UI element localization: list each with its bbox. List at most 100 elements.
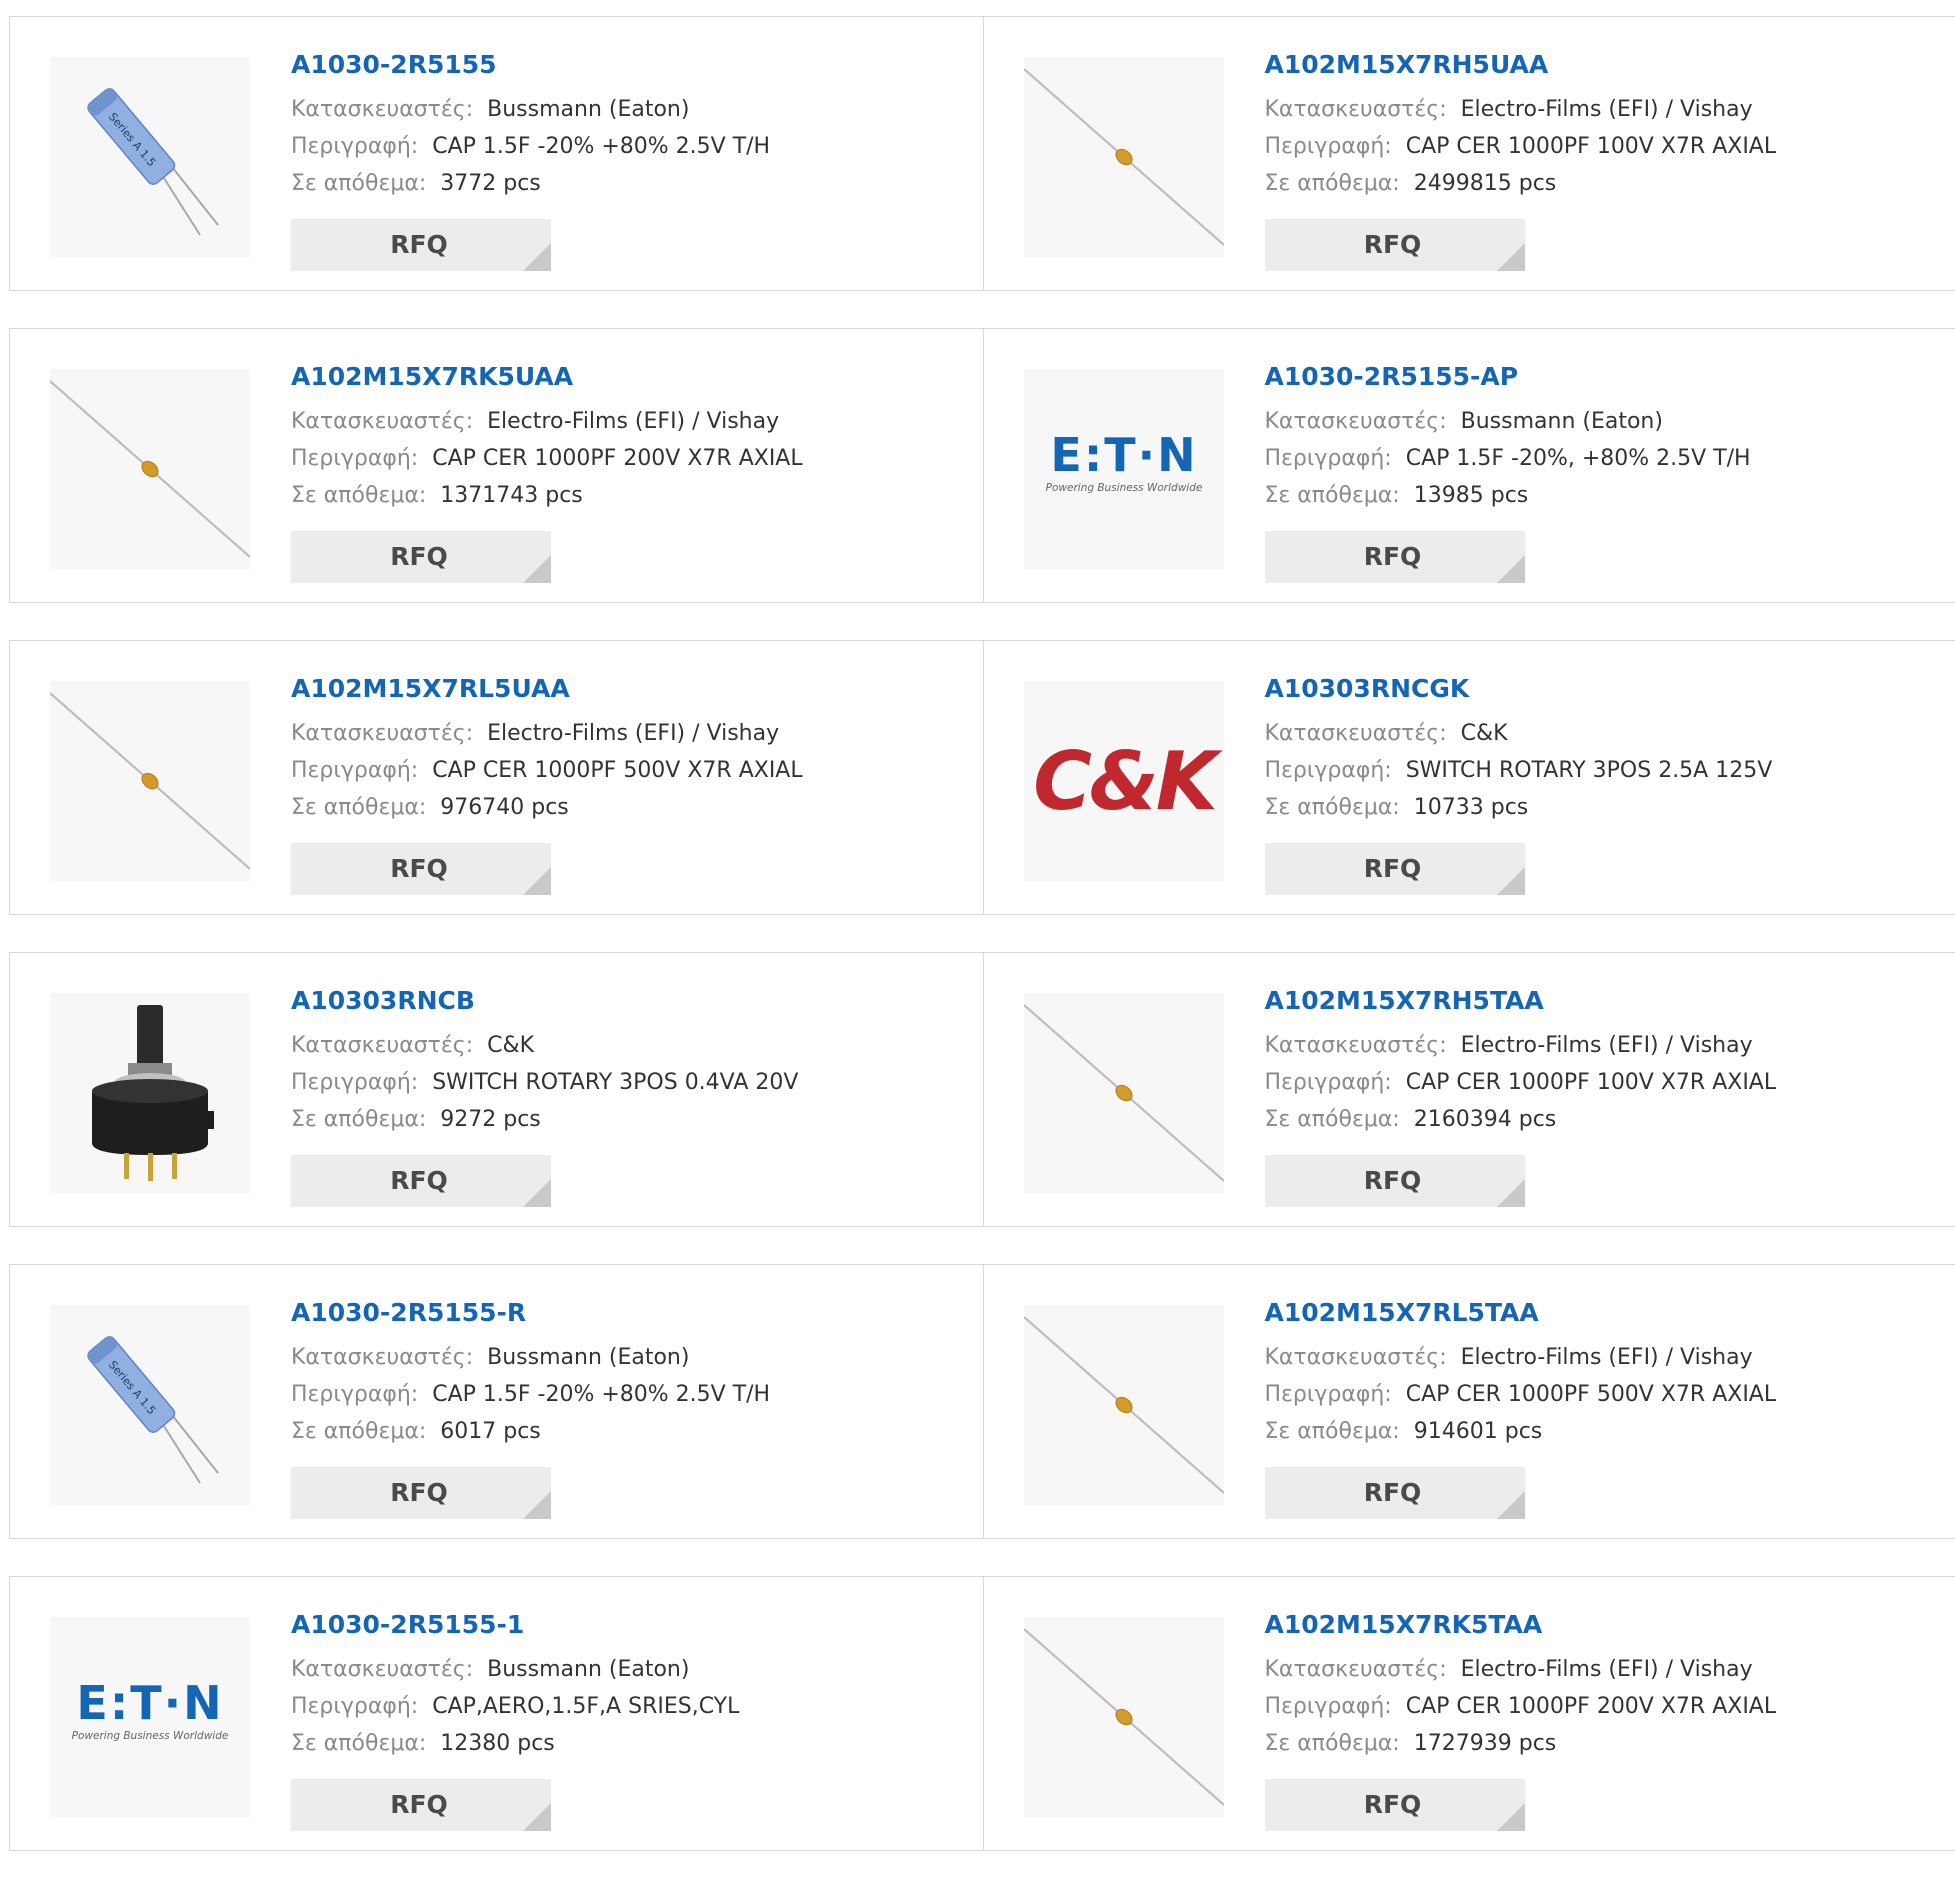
part-number-link[interactable]: A102M15X7RH5TAA bbox=[1265, 983, 1936, 1019]
part-number-link[interactable]: A102M15X7RK5TAA bbox=[1265, 1607, 1936, 1643]
product-row: A102M15X7RL5UAA Κατασκευαστές:Electro-Fi… bbox=[9, 640, 1955, 915]
part-number-link[interactable]: A102M15X7RH5UAA bbox=[1265, 47, 1936, 83]
rfq-button[interactable]: RFQ bbox=[1265, 219, 1525, 271]
stock-label: Σε απόθεμα: bbox=[1265, 1107, 1400, 1132]
part-number-link[interactable]: A10303RNCB bbox=[291, 983, 963, 1019]
svg-text:E:T·N: E:T·N bbox=[76, 1676, 223, 1730]
rfq-button[interactable]: RFQ bbox=[291, 1779, 551, 1831]
rfq-button[interactable]: RFQ bbox=[291, 531, 551, 583]
part-number-link[interactable]: A102M15X7RL5TAA bbox=[1265, 1295, 1936, 1331]
ck-logo[interactable]: C&K bbox=[1024, 681, 1224, 881]
svg-text:C&K: C&K bbox=[1033, 735, 1222, 828]
stock-label: Σε απόθεμα: bbox=[291, 483, 426, 508]
rfq-button[interactable]: RFQ bbox=[1265, 1467, 1525, 1519]
stock-line: Σε απόθεμα:13985 pcs bbox=[1265, 477, 1936, 514]
description-label: Περιγραφή: bbox=[1265, 1694, 1392, 1719]
stock-value: 1727939 pcs bbox=[1414, 1731, 1557, 1756]
rfq-button[interactable]: RFQ bbox=[291, 1467, 551, 1519]
supercap-icon[interactable]: Series A 1.5 bbox=[50, 57, 250, 257]
manufacturer-value: Bussmann (Eaton) bbox=[487, 1345, 689, 1370]
product-row: A10303RNCB Κατασκευαστές:C&K Περιγραφή:S… bbox=[9, 952, 1955, 1227]
stock-value: 2160394 pcs bbox=[1414, 1107, 1557, 1132]
manufacturer-value: Bussmann (Eaton) bbox=[487, 97, 689, 122]
manufacturer-label: Κατασκευαστές: bbox=[291, 1657, 473, 1682]
description-label: Περιγραφή: bbox=[291, 758, 418, 783]
product-info: A1030-2R5155-1 Κατασκευαστές:Bussmann (E… bbox=[291, 1607, 963, 1762]
manufacturer-line: Κατασκευαστές:Electro-Films (EFI) / Vish… bbox=[291, 715, 963, 752]
stock-label: Σε απόθεμα: bbox=[291, 795, 426, 820]
description-line: Περιγραφή:CAP CER 1000PF 500V X7R AXIAL bbox=[291, 752, 963, 789]
product-card: A102M15X7RH5TAA Κατασκευαστές:Electro-Fi… bbox=[983, 953, 1955, 1226]
eaton-logo[interactable]: E:T·N Powering Business Worldwide bbox=[50, 1617, 250, 1817]
description-label: Περιγραφή: bbox=[291, 446, 418, 471]
manufacturer-value: Electro-Films (EFI) / Vishay bbox=[1461, 1345, 1753, 1370]
stock-line: Σε απόθεμα:10733 pcs bbox=[1265, 789, 1936, 826]
part-number-link[interactable]: A10303RNCGK bbox=[1265, 671, 1936, 707]
part-number-link[interactable]: A102M15X7RL5UAA bbox=[291, 671, 963, 707]
corner-triangle-icon bbox=[523, 1179, 551, 1207]
rfq-label: RFQ bbox=[1265, 1467, 1523, 1519]
manufacturer-label: Κατασκευαστές: bbox=[1265, 721, 1447, 746]
part-number-link[interactable]: A1030-2R5155-R bbox=[291, 1295, 963, 1331]
stock-line: Σε απόθεμα:976740 pcs bbox=[291, 789, 963, 826]
axial-capacitor-icon[interactable] bbox=[1024, 1617, 1224, 1817]
product-info: A1030-2R5155 Κατασκευαστές:Bussmann (Eat… bbox=[291, 47, 963, 202]
supercap-icon[interactable]: Series A 1.5 bbox=[50, 1305, 250, 1505]
rfq-button[interactable]: RFQ bbox=[291, 1155, 551, 1207]
rfq-button[interactable]: RFQ bbox=[291, 219, 551, 271]
product-info: A102M15X7RL5TAA Κατασκευαστές:Electro-Fi… bbox=[1265, 1295, 1936, 1450]
rfq-label: RFQ bbox=[1265, 531, 1523, 583]
product-card: E:T·N Powering Business Worldwide A1030-… bbox=[983, 329, 1955, 602]
corner-triangle-icon bbox=[1497, 867, 1525, 895]
description-line: Περιγραφή:CAP 1.5F -20% +80% 2.5V T/H bbox=[291, 128, 963, 165]
rfq-button[interactable]: RFQ bbox=[1265, 1155, 1525, 1207]
description-label: Περιγραφή: bbox=[1265, 446, 1392, 471]
axial-capacitor-icon[interactable] bbox=[50, 681, 250, 881]
stock-label: Σε απόθεμα: bbox=[1265, 171, 1400, 196]
product-info: A1030-2R5155-AP Κατασκευαστές:Bussmann (… bbox=[1265, 359, 1936, 514]
part-number-link[interactable]: A102M15X7RK5UAA bbox=[291, 359, 963, 395]
rfq-label: RFQ bbox=[1265, 1155, 1523, 1207]
corner-triangle-icon bbox=[1497, 243, 1525, 271]
axial-capacitor-icon[interactable] bbox=[1024, 1305, 1224, 1505]
rfq-button[interactable]: RFQ bbox=[1265, 1779, 1525, 1831]
rfq-label: RFQ bbox=[291, 1779, 549, 1831]
description-line: Περιγραφή:SWITCH ROTARY 3POS 2.5A 125V bbox=[1265, 752, 1936, 789]
axial-capacitor-icon[interactable] bbox=[1024, 57, 1224, 257]
manufacturer-label: Κατασκευαστές: bbox=[1265, 1033, 1447, 1058]
description-value: CAP CER 1000PF 200V X7R AXIAL bbox=[1406, 1694, 1776, 1719]
rfq-label: RFQ bbox=[1265, 843, 1523, 895]
part-number-link[interactable]: A1030-2R5155-AP bbox=[1265, 359, 1936, 395]
manufacturer-line: Κατασκευαστές:Bussmann (Eaton) bbox=[291, 1339, 963, 1376]
part-number-link[interactable]: A1030-2R5155-1 bbox=[291, 1607, 963, 1643]
part-number-link[interactable]: A1030-2R5155 bbox=[291, 47, 963, 83]
description-line: Περιγραφή:CAP,AERO,1.5F,A SRIES,CYL bbox=[291, 1688, 963, 1725]
description-line: Περιγραφή: CAP CER 1000PF 200V X7R AXIAL bbox=[1265, 1688, 1936, 1725]
product-card: Series A 1.5 A1030-2R5155 Κατασκευαστές:… bbox=[10, 17, 983, 290]
rfq-button[interactable]: RFQ bbox=[291, 843, 551, 895]
description-label: Περιγραφή: bbox=[1265, 134, 1392, 159]
rotary-switch-icon[interactable] bbox=[50, 993, 250, 1193]
description-label: Περιγραφή: bbox=[1265, 1382, 1392, 1407]
rfq-button[interactable]: RFQ bbox=[1265, 843, 1525, 895]
stock-value: 10733 pcs bbox=[1414, 795, 1529, 820]
manufacturer-line: Κατασκευαστές:Electro-Films (EFI) / Vish… bbox=[1265, 1651, 1936, 1688]
manufacturer-value: Electro-Films (EFI) / Vishay bbox=[487, 721, 779, 746]
description-value: CAP 1.5F -20%, +80% 2.5V T/H bbox=[1406, 446, 1751, 471]
stock-value: 6017 pcs bbox=[440, 1419, 541, 1444]
manufacturer-line: Κατασκευαστές:Bussmann (Eaton) bbox=[291, 1651, 963, 1688]
rfq-button[interactable]: RFQ bbox=[1265, 531, 1525, 583]
axial-capacitor-icon[interactable] bbox=[50, 369, 250, 569]
product-card: E:T·N Powering Business Worldwide A1030-… bbox=[10, 1577, 983, 1850]
manufacturer-value: Electro-Films (EFI) / Vishay bbox=[1461, 97, 1753, 122]
product-row: Series A 1.5 A1030-2R5155-R Κατασκευαστέ… bbox=[9, 1264, 1955, 1539]
manufacturer-line: Κατασκευαστές:Bussmann (Eaton) bbox=[1265, 403, 1936, 440]
axial-capacitor-icon[interactable] bbox=[1024, 993, 1224, 1193]
corner-triangle-icon bbox=[1497, 1491, 1525, 1519]
description-value: CAP 1.5F -20% +80% 2.5V T/H bbox=[432, 1382, 770, 1407]
eaton-logo[interactable]: E:T·N Powering Business Worldwide bbox=[1024, 369, 1224, 569]
manufacturer-value: C&K bbox=[1461, 721, 1508, 746]
description-line: Περιγραφή:CAP CER 1000PF 200V X7R AXIAL bbox=[291, 440, 963, 477]
stock-line: Σε απόθεμα:1371743 pcs bbox=[291, 477, 963, 514]
stock-line: Σε απόθεμα:3772 pcs bbox=[291, 165, 963, 202]
